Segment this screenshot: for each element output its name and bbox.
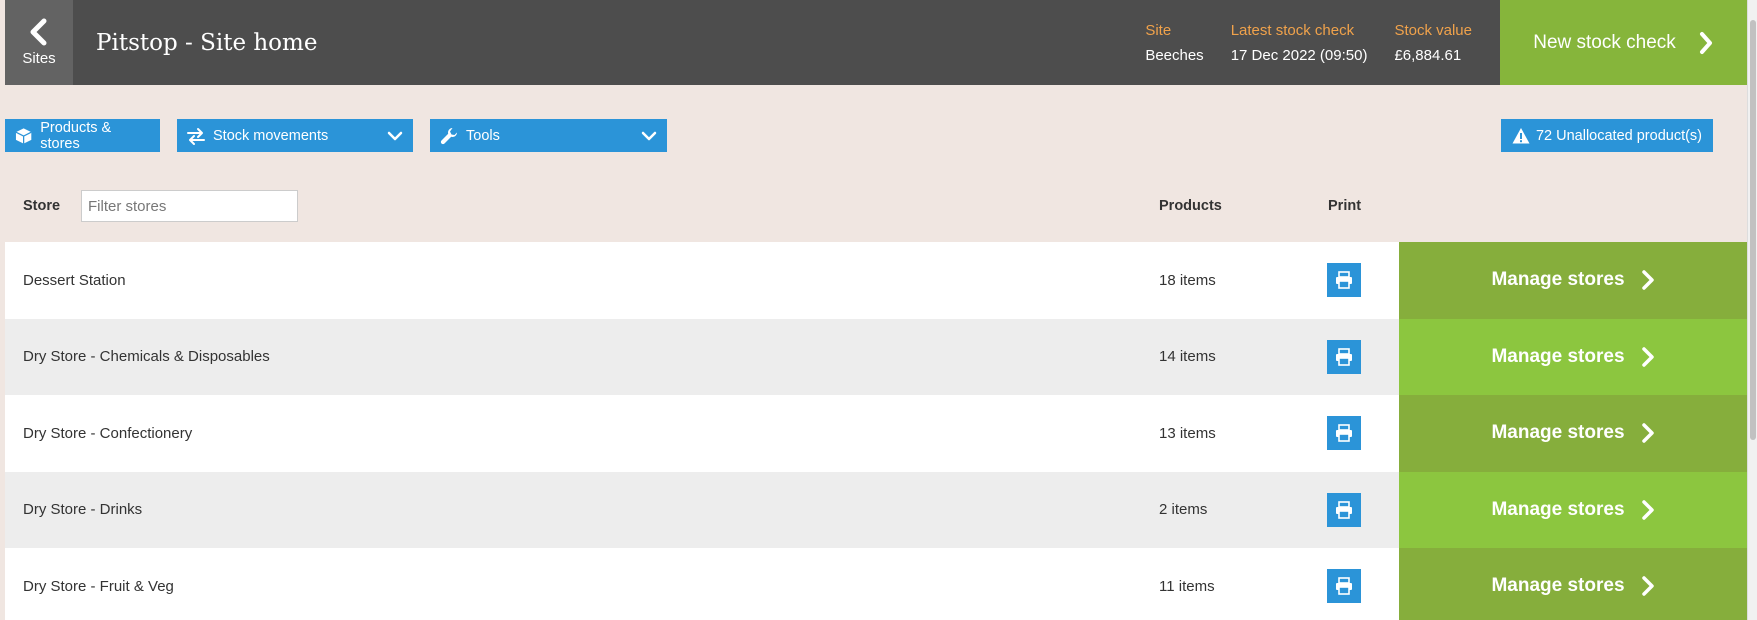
product-count: 14 items (1159, 348, 1216, 366)
stat-site: Site Beeches (1145, 22, 1203, 64)
manage-stores-button[interactable]: Manage stores (1399, 242, 1747, 319)
printer-icon (1336, 271, 1352, 290)
stock-movements-label: Stock movements (213, 127, 329, 144)
store-name: Dry Store - Fruit & Veg (23, 577, 174, 595)
print-button[interactable] (1327, 263, 1361, 298)
stock-movements-dropdown[interactable]: Stock movements (177, 119, 413, 152)
products-stores-button[interactable]: Products & stores (5, 119, 160, 152)
printer-icon (1336, 577, 1352, 596)
store-name: Dry Store - Confectionery (23, 424, 193, 442)
tools-dropdown[interactable]: Tools (430, 119, 667, 152)
manage-stores-label: Manage stores (1491, 269, 1625, 291)
stat-stock-value: Stock value £6,884.61 (1394, 22, 1472, 64)
back-button-label: Sites (22, 50, 56, 67)
site-stats: Site Beeches Latest stock check 17 Dec 2… (1118, 0, 1472, 85)
manage-stores-label: Manage stores (1491, 575, 1625, 597)
tools-label: Tools (466, 127, 500, 144)
chevron-right-icon (1641, 576, 1654, 596)
unallocated-products-label: 72 Unallocated product(s) (1535, 127, 1703, 144)
table-row: Dry Store - Confectionery 13 items Manag… (5, 395, 1747, 472)
manage-stores-button[interactable]: Manage stores (1399, 395, 1747, 472)
back-to-sites-button[interactable]: Sites (5, 0, 73, 85)
manage-stores-label: Manage stores (1491, 498, 1625, 520)
store-name: Dry Store - Drinks (23, 501, 143, 519)
printer-icon (1336, 500, 1352, 519)
print-button[interactable] (1327, 339, 1361, 374)
manage-stores-button[interactable]: Manage stores (1399, 471, 1747, 548)
manage-stores-label: Manage stores (1491, 422, 1625, 444)
product-count: 18 items (1159, 271, 1216, 289)
chevron-right-icon (1699, 31, 1712, 54)
products-column-header: Products (1159, 198, 1222, 214)
chevron-left-icon (30, 18, 47, 46)
products-stores-label: Products & stores (40, 119, 112, 152)
chevron-right-icon (1641, 423, 1654, 443)
print-button[interactable] (1327, 416, 1361, 451)
chevron-right-icon (1641, 347, 1654, 367)
top-header: Sites Pitstop - Site home Site Beeches L… (5, 0, 1747, 85)
manage-stores-button[interactable]: Manage stores (1399, 318, 1747, 395)
unallocated-products-button[interactable]: 72 Unallocated product(s) (1501, 119, 1713, 152)
product-count: 11 items (1159, 577, 1215, 595)
print-button[interactable] (1327, 492, 1361, 527)
arrows-exchange-icon (187, 127, 205, 145)
scrollbar-thumb[interactable] (1750, 20, 1756, 440)
stat-value: 17 Dec 2022 (09:50) (1230, 46, 1368, 64)
stat-label: Latest stock check (1230, 21, 1355, 39)
print-column-header: Print (1328, 198, 1362, 214)
stat-label: Site (1145, 21, 1172, 39)
stat-label: Stock value (1394, 21, 1472, 39)
print-button[interactable] (1327, 569, 1361, 604)
table-row: Dry Store - Fruit & Veg 11 items Manage … (5, 548, 1747, 620)
printer-icon (1336, 347, 1352, 366)
warning-icon (1512, 127, 1530, 143)
table-row: Dessert Station 18 items Manage stores (5, 242, 1747, 319)
table-row: Dry Store - Chemicals & Disposables 14 i… (5, 318, 1747, 395)
page-title: Pitstop - Site home (96, 29, 318, 56)
chevron-right-icon (1641, 500, 1654, 520)
page-scrollbar[interactable] (1747, 0, 1757, 620)
manage-stores-button[interactable]: Manage stores (1399, 548, 1747, 620)
manage-stores-label: Manage stores (1491, 345, 1625, 367)
product-count: 2 items (1159, 501, 1208, 519)
new-stock-check-label: New stock check (1533, 31, 1676, 53)
store-name: Dessert Station (23, 271, 126, 289)
store-column-header: Store (23, 198, 61, 214)
chevron-down-icon (387, 131, 403, 140)
wrench-icon (440, 127, 457, 144)
stat-value: Beeches (1145, 46, 1204, 64)
stat-value: £6,884.61 (1394, 46, 1462, 64)
filter-stores-input[interactable] (81, 190, 298, 222)
new-stock-check-button[interactable]: New stock check (1500, 0, 1747, 85)
store-list: Dessert Station 18 items Manage stores D… (5, 242, 1747, 620)
printer-icon (1336, 424, 1352, 443)
box-icon (15, 127, 32, 144)
stat-latest-check: Latest stock check 17 Dec 2022 (09:50) (1231, 22, 1368, 64)
table-row: Dry Store - Drinks 2 items Manage stores (5, 471, 1747, 548)
chevron-down-icon (641, 131, 657, 140)
chevron-right-icon (1641, 270, 1654, 290)
store-name: Dry Store - Chemicals & Disposables (23, 348, 270, 366)
product-count: 13 items (1159, 424, 1216, 442)
